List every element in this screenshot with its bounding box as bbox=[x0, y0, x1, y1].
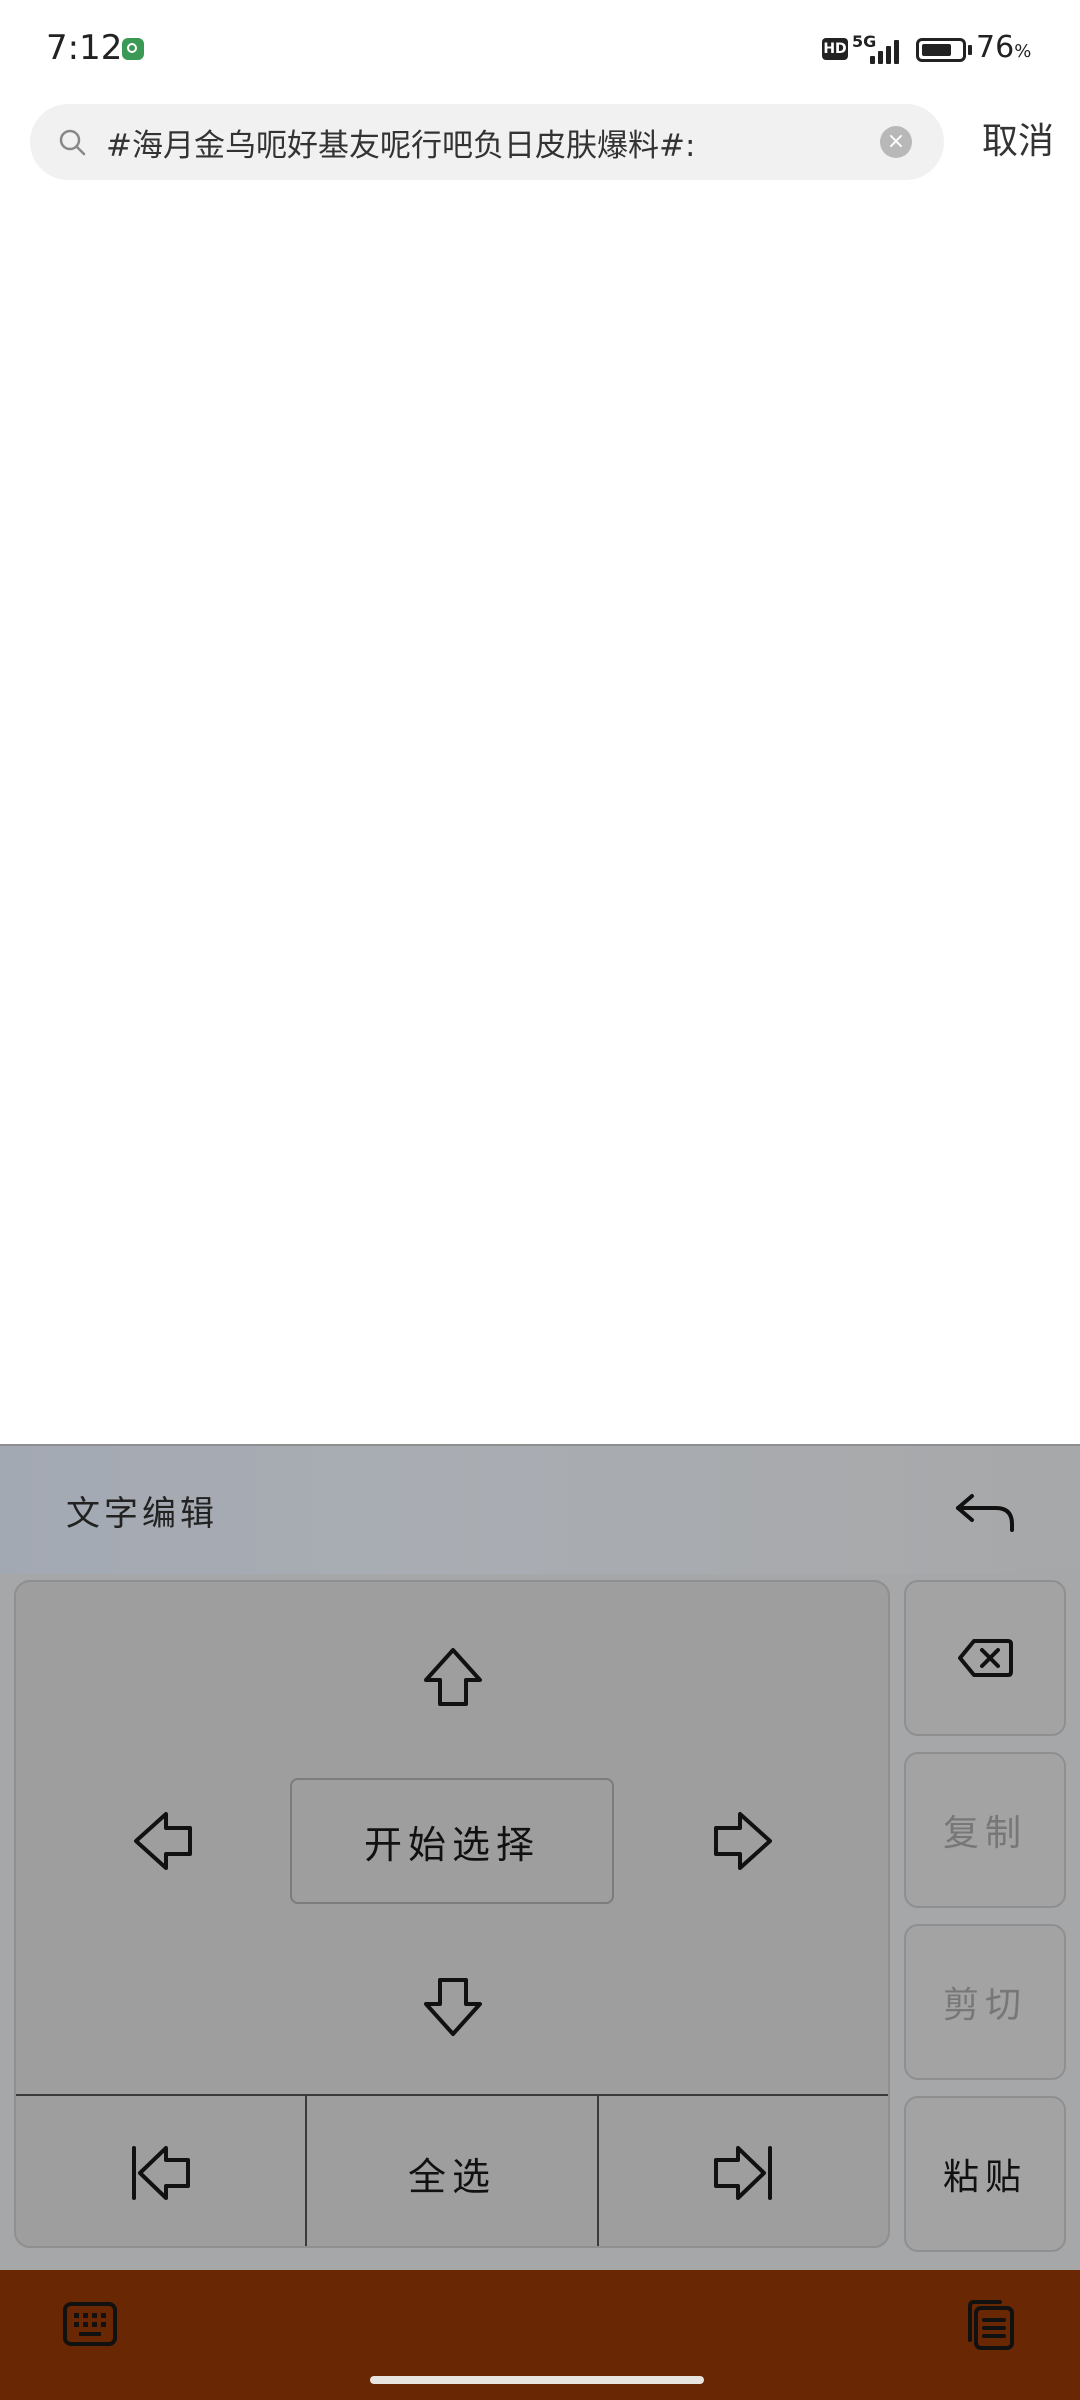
signal-icon bbox=[870, 38, 906, 64]
cancel-button[interactable]: 取消 bbox=[968, 112, 1068, 172]
hd-badge: HD bbox=[822, 38, 848, 60]
delete-button[interactable] bbox=[904, 1580, 1066, 1736]
cursor-line-start-button[interactable] bbox=[16, 2096, 308, 2246]
cursor-down-icon[interactable] bbox=[418, 1972, 488, 2042]
backspace-icon bbox=[958, 1639, 1013, 1677]
status-time: 7:12 bbox=[46, 28, 123, 68]
select-all-button[interactable]: 全选 bbox=[307, 2096, 599, 2246]
text-edit-panel: 文字编辑 开始选择 全选 复制 剪切 粘贴 bbox=[0, 1444, 1080, 2272]
status-bar: 7:12 HD 5G 76% bbox=[0, 0, 1080, 100]
keyboard-bottom-bar bbox=[0, 2270, 1080, 2400]
search-input[interactable] bbox=[106, 104, 896, 180]
text-edit-header: 文字编辑 bbox=[0, 1446, 1080, 1574]
start-select-button[interactable]: 开始选择 bbox=[290, 1778, 614, 1904]
battery-fill bbox=[922, 44, 951, 56]
text-edit-title: 文字编辑 bbox=[66, 1494, 218, 1534]
search-icon bbox=[59, 129, 86, 156]
home-indicator[interactable] bbox=[370, 2376, 704, 2384]
line-start-icon bbox=[131, 2146, 190, 2200]
clear-search-icon[interactable]: × bbox=[880, 126, 912, 158]
line-end-icon bbox=[714, 2146, 773, 2200]
clipboard-icon[interactable] bbox=[960, 2296, 1016, 2352]
cursor-right-icon[interactable] bbox=[708, 1806, 778, 1876]
app-notification-icon bbox=[122, 38, 144, 60]
cursor-pad: 开始选择 全选 bbox=[14, 1580, 890, 2248]
cursor-up-icon[interactable] bbox=[418, 1642, 488, 1712]
battery-icon bbox=[916, 38, 966, 62]
cursor-line-end-button[interactable] bbox=[599, 2096, 888, 2246]
cut-button[interactable]: 剪切 bbox=[904, 1924, 1066, 2080]
search-bar[interactable]: × bbox=[30, 104, 944, 180]
back-icon[interactable] bbox=[950, 1484, 1020, 1540]
battery-tip bbox=[968, 45, 972, 55]
keyboard-icon[interactable] bbox=[62, 2298, 118, 2350]
copy-button[interactable]: 复制 bbox=[904, 1752, 1066, 1908]
cursor-left-icon[interactable] bbox=[128, 1806, 198, 1876]
paste-button[interactable]: 粘贴 bbox=[904, 2096, 1066, 2252]
battery-percent: 76% bbox=[976, 30, 1032, 65]
cursor-arrows: 开始选择 bbox=[16, 1582, 888, 2094]
cursor-bottom-row: 全选 bbox=[16, 2094, 888, 2246]
